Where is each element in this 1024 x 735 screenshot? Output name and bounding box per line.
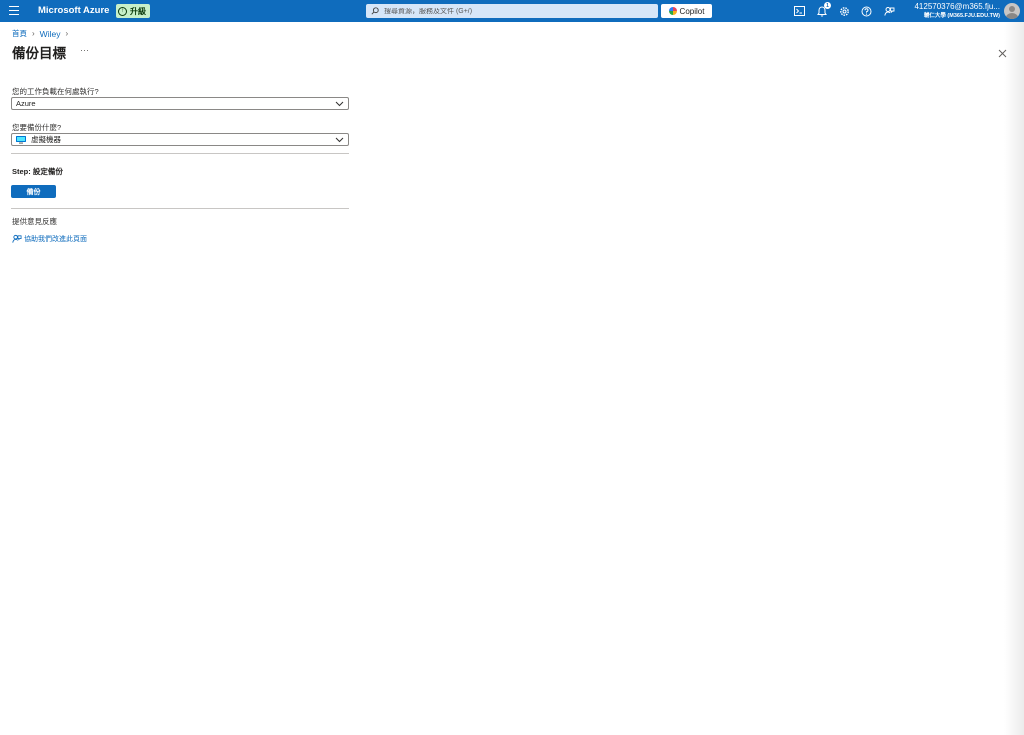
virtual-machine-icon <box>16 135 26 144</box>
help-icon[interactable] <box>860 5 872 17</box>
workload-value: Azure <box>16 99 36 108</box>
panel-edge-shadow <box>1004 22 1024 735</box>
copilot-icon <box>668 7 677 15</box>
cloud-shell-icon[interactable] <box>793 5 805 17</box>
top-bar: Microsoft Azure ↑ 升級 Copilot 1 <box>0 0 1024 22</box>
chevron-down-icon <box>335 137 344 143</box>
page-title: 備份目標 <box>12 46 66 61</box>
more-options-button[interactable]: ··· <box>80 45 89 55</box>
search-input[interactable] <box>384 7 644 15</box>
settings-icon[interactable] <box>838 5 850 17</box>
workload-dropdown[interactable]: Azure <box>11 97 349 110</box>
avatar[interactable] <box>1004 3 1020 19</box>
breadcrumb-wiley[interactable]: Wiley <box>40 29 61 39</box>
copilot-label: Copilot <box>679 6 705 16</box>
upgrade-button[interactable]: ↑ 升級 <box>116 4 150 18</box>
divider <box>11 153 349 154</box>
step-label: Step: 設定備份 <box>12 167 63 176</box>
workload-label: 您的工作負載在何處執行? <box>12 87 99 96</box>
search-icon <box>371 7 379 15</box>
chevron-right-icon: › <box>32 29 35 38</box>
backup-what-value: 虛擬機器 <box>31 135 61 144</box>
account-info[interactable]: 412570376@m365.fju... 輔仁大學 (M365.FJU.EDU… <box>914 2 1000 20</box>
account-name: 412570376@m365.fju... <box>914 2 1000 11</box>
backup-button[interactable]: 備份 <box>11 185 56 198</box>
feedback-title: 提供意見反應 <box>12 217 57 226</box>
account-org: 輔仁大學 (M365.FJU.EDU.TW) <box>923 13 1000 19</box>
feedback-icon[interactable] <box>883 5 895 17</box>
breadcrumb: 首頁 › Wiley › <box>12 28 68 39</box>
chevron-down-icon <box>335 101 344 107</box>
menu-icon[interactable] <box>9 6 19 15</box>
breadcrumb-home[interactable]: 首頁 <box>12 28 27 39</box>
copilot-button[interactable]: Copilot <box>661 4 712 18</box>
backup-what-label: 您要備份什麼? <box>12 123 62 132</box>
feedback-link-label: 協助我們改進此頁面 <box>24 236 87 243</box>
arrow-up-icon: ↑ <box>118 6 127 16</box>
upgrade-label: 升級 <box>130 6 146 16</box>
notification-icon[interactable]: 1 <box>816 2 831 17</box>
chevron-right-icon: › <box>65 29 69 38</box>
backup-what-dropdown[interactable]: 虛擬機器 <box>11 133 349 146</box>
notification-badge: 1 <box>824 2 831 9</box>
divider <box>11 208 349 209</box>
feedback-person-icon <box>12 234 22 243</box>
feedback-link[interactable]: 協助我們改進此頁面 <box>12 234 87 244</box>
search-box[interactable] <box>366 4 658 18</box>
brand-title[interactable]: Microsoft Azure <box>38 5 109 16</box>
